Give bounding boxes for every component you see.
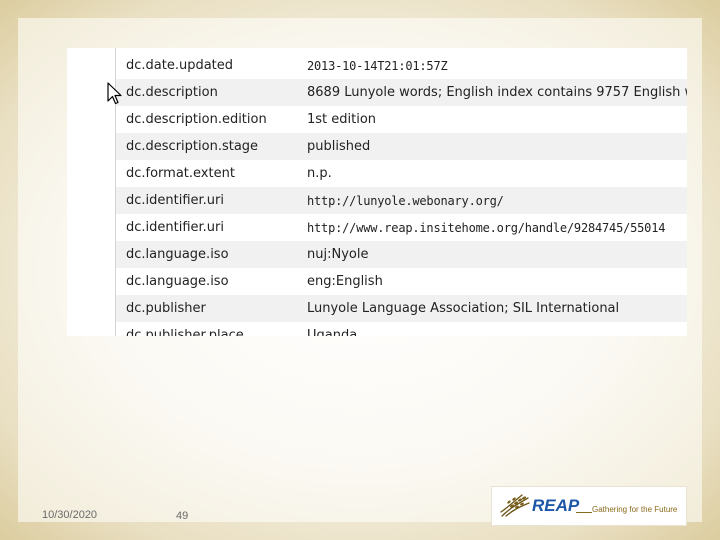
metadata-value: 1st edition [307, 112, 377, 127]
metadata-key: dc.date.updated [126, 58, 234, 73]
table-row: dc.description.stage published [116, 133, 687, 160]
logo-tagline: Gathering for the Future [592, 505, 678, 514]
metadata-key: dc.description [116, 79, 297, 106]
table-row: dc.identifier.uri http://lunyole.webonar… [116, 187, 687, 214]
table-row: dc.publisher Lunyole Language Associatio… [116, 295, 687, 322]
metadata-key: dc.description.stage [116, 133, 297, 160]
metadata-key: dc.publisher [116, 295, 297, 322]
logo-divider [576, 512, 592, 513]
metadata-key: dc.identifier.uri [126, 220, 225, 235]
metadata-key: dc.description.edition [126, 112, 267, 127]
metadata-value: 2013-10-14T21:01:57Z [307, 58, 448, 73]
metadata-value: published [297, 133, 687, 160]
metadata-table: dc.date.updated 2013-10-14T21:01:57Z dc.… [116, 52, 687, 336]
table-row: dc.publisher.place Uganda [116, 322, 687, 336]
metadata-key: dc.language.iso [126, 274, 229, 289]
metadata-value: n.p. [307, 166, 332, 181]
table-row: dc.language.iso nuj:Nyole [116, 241, 687, 268]
metadata-value: nuj:Nyole [297, 241, 687, 268]
metadata-value-link[interactable]: http://lunyole.webonary.org/ [297, 187, 687, 214]
metadata-key: dc.publisher.place [126, 328, 244, 336]
reap-logo: REAP Gathering for the Future [491, 486, 687, 526]
metadata-value-link[interactable]: http://www.reap.insitehome.org/handle/92… [297, 214, 687, 241]
table-row: dc.format.extent n.p. [116, 160, 687, 187]
table-row: dc.identifier.uri http://www.reap.insite… [116, 214, 687, 241]
slide-number: 49 [176, 510, 189, 522]
metadata-value: Uganda [307, 328, 358, 336]
metadata-screenshot: dc.date.updated 2013-10-14T21:01:57Z dc.… [67, 48, 687, 336]
logo-name: REAP [532, 496, 580, 515]
metadata-value: 8689 Lunyole words; English index contai… [297, 79, 687, 106]
table-row: dc.description.edition 1st edition [116, 106, 687, 133]
metadata-key: dc.format.extent [126, 166, 235, 181]
metadata-value: Lunyole Language Association; SIL Intern… [297, 295, 687, 322]
wheat-icon [500, 494, 530, 517]
arrow-cursor-icon [107, 82, 122, 105]
metadata-key: dc.identifier.uri [116, 187, 297, 214]
table-row: dc.date.updated 2013-10-14T21:01:57Z [116, 52, 687, 79]
footer-date: 10/30/2020 [42, 509, 98, 521]
metadata-value: eng:English [307, 274, 383, 289]
metadata-key: dc.language.iso [116, 241, 297, 268]
table-row: dc.language.iso eng:English [116, 268, 687, 295]
table-row: dc.description 8689 Lunyole words; Engli… [116, 79, 687, 106]
